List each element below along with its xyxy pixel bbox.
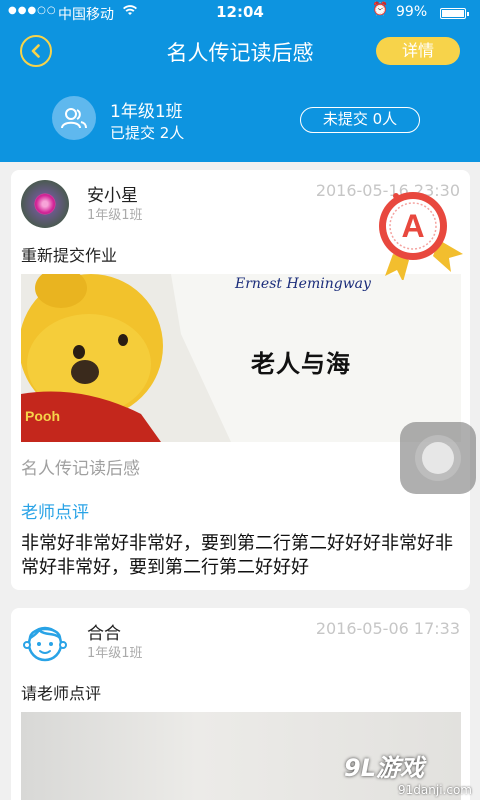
battery-percent: 99% <box>396 4 428 20</box>
assistive-touch-button[interactable] <box>400 422 476 494</box>
unsubmitted-button[interactable]: 未提交 0人 <box>300 107 420 133</box>
student-name: 安小星 <box>87 186 138 206</box>
essay-title: 名人传记读后感 <box>21 459 140 479</box>
teacher-comment-label: 老师点评 <box>21 503 89 523</box>
teacher-comment: 非常好非常好非常好，要到第二行第二好好好非常好非常好非常好，要到第二行第二好好好 <box>21 533 453 578</box>
grade-letter: A <box>401 208 424 244</box>
assistive-dot <box>422 442 454 474</box>
status-bar: ●●●○○ 中国移动 12:04 ⏰ 99% <box>0 0 480 26</box>
nav-bar: 名人传记读后感 详情 <box>0 26 480 76</box>
student-class: 1年级1班 <box>87 208 143 223</box>
request-text: 重新提交作业 <box>21 246 118 265</box>
group-icon <box>52 96 96 140</box>
book-signature: Ernest Hemingway <box>235 276 371 292</box>
homework-photo[interactable]: Ernest Hemingway 老人与海 Pooh <box>21 274 461 442</box>
request-text: 请老师点评 <box>21 684 102 703</box>
toy-shirt-label: Pooh <box>25 408 60 424</box>
book-title: 老人与海 <box>251 349 351 378</box>
timestamp: 2016-05-06 17:33 <box>315 619 460 638</box>
detail-button[interactable]: 详情 <box>376 37 460 65</box>
submitted-count: 已提交 2人 <box>110 124 185 142</box>
child-avatar-icon <box>23 626 67 662</box>
alarm-icon: ⏰ <box>372 2 389 17</box>
avatar[interactable] <box>21 180 69 228</box>
student-class: 1年级1班 <box>87 646 143 661</box>
flower-image <box>35 194 55 214</box>
watermark-logo: 9L游戏 <box>344 754 424 782</box>
watermark: 9L游戏 91danji.com <box>344 748 472 797</box>
watermark-url: 91danji.com <box>398 783 472 797</box>
battery-fill <box>442 10 464 17</box>
grade-badge-icon: A <box>379 192 463 280</box>
homework-card[interactable]: 安小星 1年级1班 2016-05-16 23:30 重新提交作业 Ernest… <box>11 170 470 590</box>
student-name: 合合 <box>87 624 121 644</box>
avatar[interactable] <box>21 618 69 666</box>
class-name: 1年级1班 <box>110 102 183 122</box>
class-summary: 1年级1班 已提交 2人 未提交 0人 <box>0 76 480 162</box>
battery-icon <box>440 8 469 19</box>
